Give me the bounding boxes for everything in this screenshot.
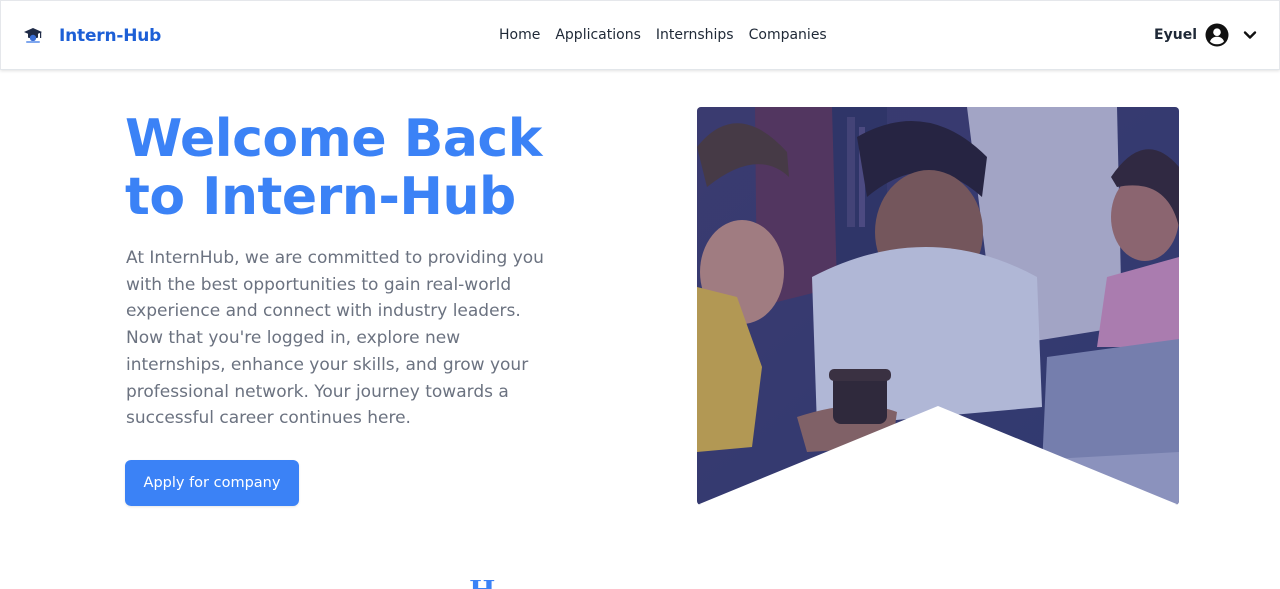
next-section-title: H — [469, 580, 689, 589]
user-name: Eyuel — [1154, 27, 1197, 43]
next-section-title-text: H — [469, 580, 689, 589]
main-nav: Home Applications Internships Companies — [499, 27, 827, 43]
nav-link-applications[interactable]: Applications — [555, 27, 641, 43]
brand-name: Intern-Hub — [59, 26, 162, 46]
hero-title-line-2: to Intern-Hub — [125, 167, 516, 227]
brand-link[interactable]: Intern-Hub — [23, 25, 161, 47]
hero-title: Welcome Back to Intern-Hub — [125, 110, 565, 226]
hero-description: At InternHub, we are committed to provid… — [126, 248, 544, 429]
graduate-logo-icon — [24, 28, 42, 43]
apply-for-company-button[interactable]: Apply for company — [125, 460, 299, 506]
nav-link-internships[interactable]: Internships — [656, 27, 734, 43]
nav-link-companies[interactable]: Companies — [749, 27, 827, 43]
hero-image — [697, 107, 1179, 505]
user-circle-icon[interactable] — [1205, 23, 1229, 47]
user-menu[interactable]: Eyuel — [1154, 23, 1257, 47]
chevron-down-icon[interactable] — [1243, 28, 1257, 42]
hero-title-line-1: Welcome Back — [125, 109, 542, 169]
nav-link-home[interactable]: Home — [499, 27, 540, 43]
top-navbar: Intern-Hub Home Applications Internships… — [0, 0, 1280, 70]
